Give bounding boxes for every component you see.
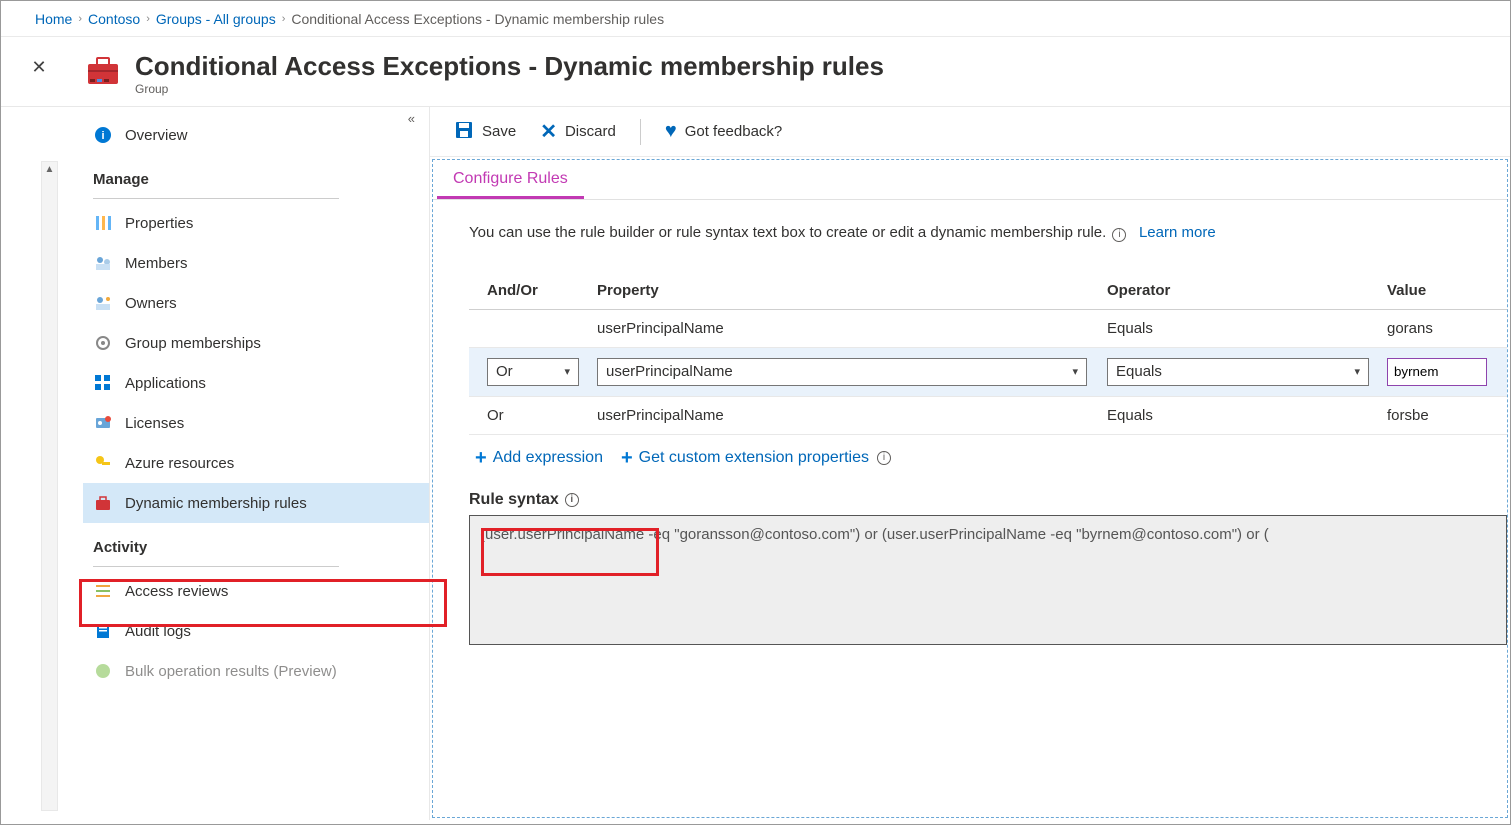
collapse-sidebar-icon[interactable]: « [408,111,415,126]
discard-button[interactable]: ✕ Discard [536,117,620,146]
info-icon: i [93,125,113,145]
scroll-up-icon[interactable]: ▲ [42,162,57,177]
save-label: Save [482,123,516,140]
sidebar-item-audit-logs[interactable]: Audit logs [83,611,429,651]
col-header-operator: Operator [1099,272,1379,310]
sidebar-item-label: Dynamic membership rules [125,495,307,512]
chevron-down-icon: ▾ [564,365,570,378]
chevron-right-icon: › [146,13,150,25]
sidebar: « i Overview Manage Properties Members [59,107,429,820]
tab-configure-rules[interactable]: Configure Rules [437,160,584,199]
close-icon[interactable]: ✕ [29,57,49,78]
info-icon[interactable]: i [1112,228,1126,242]
plus-icon: + [621,451,633,465]
sidebar-item-label: Applications [125,375,206,392]
add-expression-button[interactable]: + Add expression [475,449,603,467]
sidebar-item-label: Group memberships [125,335,261,352]
learn-more-link[interactable]: Learn more [1139,224,1216,241]
rules-table: And/Or Property Operator Value userPrinc… [469,272,1507,435]
gear-icon [93,333,113,353]
bulk-icon [93,661,113,681]
breadcrumb-current: Conditional Access Exceptions - Dynamic … [291,11,664,27]
breadcrumb: Home › Contoso › Groups - All groups › C… [1,1,1510,37]
sidebar-item-label: Audit logs [125,623,191,640]
sidebar-section-manage: Manage [83,155,429,194]
sidebar-item-properties[interactable]: Properties [83,203,429,243]
sidebar-item-owners[interactable]: Owners [83,283,429,323]
sidebar-item-group-memberships[interactable]: Group memberships [83,323,429,363]
breadcrumb-home[interactable]: Home [35,11,72,27]
sidebar-item-bulk-results[interactable]: Bulk operation results (Preview) [83,651,429,691]
plus-icon: + [475,451,487,465]
sidebar-item-licenses[interactable]: Licenses [83,403,429,443]
chevron-down-icon: ▾ [1354,365,1360,378]
sidebar-item-label: Owners [125,295,177,312]
breadcrumb-groups[interactable]: Groups - All groups [156,11,276,27]
save-icon [454,120,474,144]
sidebar-item-access-reviews[interactable]: Access reviews [83,571,429,611]
sidebar-item-label: Properties [125,215,193,232]
members-icon [93,253,113,273]
breadcrumb-contoso[interactable]: Contoso [88,11,140,27]
sidebar-item-label: Bulk operation results (Preview) [125,663,337,680]
info-icon[interactable]: i [877,451,891,465]
document-icon [93,621,113,641]
page-subtitle: Group [135,82,884,96]
info-icon[interactable]: i [565,493,579,507]
sidebar-item-azure-resources[interactable]: Azure resources [83,443,429,483]
scrollbar[interactable]: ▲ [41,161,58,811]
sidebar-item-label: Overview [125,127,188,144]
get-custom-extension-button[interactable]: + Get custom extension properties i [621,449,891,467]
checklist-icon [93,581,113,601]
apps-grid-icon [93,373,113,393]
sidebar-section-activity: Activity [83,523,429,562]
sidebar-item-label: Licenses [125,415,184,432]
sidebar-item-applications[interactable]: Applications [83,363,429,403]
sidebar-item-overview[interactable]: i Overview [83,115,429,155]
tab-bar: Configure Rules [433,160,1507,200]
sidebar-item-members[interactable]: Members [83,243,429,283]
svg-text:i: i [101,130,104,142]
andor-dropdown[interactable]: Or ▾ [487,358,579,386]
group-briefcase-icon [85,55,121,87]
value-input[interactable] [1387,358,1487,386]
briefcase-icon [93,493,113,513]
sidebar-item-label: Azure resources [125,455,234,472]
chevron-right-icon: › [78,13,82,25]
key-icon [93,453,113,473]
owners-icon [93,293,113,313]
discard-icon: ✕ [540,119,557,144]
table-row-editing[interactable]: Or ▾ userPrincipalName ▾ [469,347,1507,396]
sidebar-item-label: Members [125,255,188,272]
table-row[interactable]: Or userPrincipalName Equals forsbe [469,396,1507,434]
sidebar-item-label: Access reviews [125,583,228,600]
license-icon [93,413,113,433]
save-button[interactable]: Save [450,118,520,146]
main-panel: Save ✕ Discard ♥ Got feedback? Configure… [429,107,1510,820]
page-header: ✕ Conditional Access Exceptions - Dynami… [1,37,1510,107]
col-header-property: Property [589,272,1099,310]
discard-label: Discard [565,123,616,140]
col-header-value: Value [1379,272,1507,310]
table-row[interactable]: userPrincipalName Equals gorans [469,309,1507,347]
feedback-button[interactable]: ♥ Got feedback? [661,118,786,145]
toolbar: Save ✕ Discard ♥ Got feedback? [430,107,1510,157]
chevron-right-icon: › [282,13,286,25]
col-header-andor: And/Or [469,272,589,310]
heart-icon: ♥ [665,120,677,143]
page-title: Conditional Access Exceptions - Dynamic … [135,51,884,82]
sliders-icon [93,213,113,233]
sidebar-item-dynamic-rules[interactable]: Dynamic membership rules [83,483,429,523]
rule-syntax-textbox[interactable]: (user.userPrincipalName -eq "goransson@c… [469,515,1507,645]
operator-dropdown[interactable]: Equals ▾ [1107,358,1369,386]
rule-syntax-label: Rule syntax i [469,491,1507,509]
property-dropdown[interactable]: userPrincipalName ▾ [597,358,1087,386]
intro-text: You can use the rule builder or rule syn… [469,224,1507,242]
chevron-down-icon: ▾ [1072,365,1078,378]
feedback-label: Got feedback? [685,123,783,140]
